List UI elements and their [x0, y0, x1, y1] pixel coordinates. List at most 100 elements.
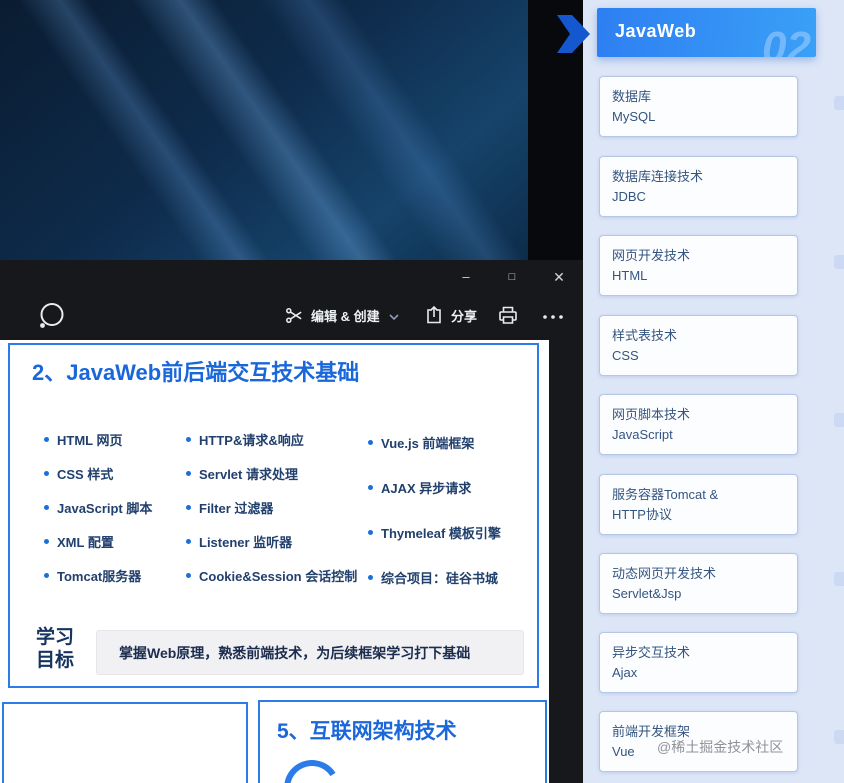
bullet-item: Listener 监听器 — [186, 531, 357, 551]
bullet-text: Cookie&Session 会话控制 — [199, 568, 358, 584]
titlebar: – □ ✕ — [0, 260, 583, 294]
edit-create-label: 编辑 & 创建 — [311, 309, 380, 324]
share-button[interactable]: 分享 — [424, 305, 477, 325]
card-line1: 服务容器Tomcat & — [612, 487, 719, 502]
edge-dot — [834, 572, 844, 586]
bullet-dot — [186, 436, 191, 442]
learning-goal-box: 掌握Web原理，熟悉前端技术，为后续框架学习打下基础 — [96, 630, 524, 675]
bullet-dot — [368, 574, 373, 580]
card-line1: 动态网页开发技术 — [612, 566, 717, 581]
outline-card-servlet-jsp: 动态网页开发技术 Servlet&Jsp — [599, 553, 798, 614]
card-line2: JDBC — [612, 189, 646, 204]
bullet-dot — [186, 572, 191, 578]
bullet-item: 综合项目：硅谷书城 — [368, 567, 501, 587]
edge-dot — [834, 255, 844, 269]
draw-gesture-button[interactable] — [36, 301, 66, 331]
edge-dot — [834, 730, 844, 744]
bullet-item: Servlet 请求处理 — [186, 463, 357, 483]
maximize-button[interactable]: □ — [497, 263, 527, 291]
bullet-dot — [44, 436, 49, 442]
bullet-item: Vue.js 前端框架 — [368, 432, 501, 452]
outline-card-html: 网页开发技术 HTML — [599, 235, 798, 296]
desktop-wallpaper — [0, 0, 528, 260]
bullet-dot — [368, 439, 373, 445]
bullet-text: Vue.js 前端框架 — [381, 435, 475, 451]
chevron-down-icon — [389, 313, 399, 321]
bullet-item: AJAX 异步请求 — [368, 477, 501, 497]
card-line1: 样式表技术 — [612, 328, 678, 343]
bullet-item: XML 配置 — [44, 531, 152, 551]
slide-partial-left — [2, 702, 248, 783]
card-line1: 网页脚本技术 — [612, 407, 691, 422]
card-line2: CSS — [612, 348, 639, 363]
bullet-text: Thymeleaf 模板引擎 — [381, 525, 501, 541]
photo-viewer-window: – □ ✕ 编辑 & 创建 分享 2、JavaWeb前后端交互技术基础 HTML… — [0, 260, 583, 783]
outline-card-tomcat-http: 服务容器Tomcat & HTTP协议 — [599, 474, 798, 535]
printer-icon — [497, 304, 519, 326]
bullet-item: CSS 样式 — [44, 463, 152, 483]
bullet-text: 综合项目：硅谷书城 — [381, 570, 499, 586]
bullet-text: JavaScript 脚本 — [57, 500, 153, 516]
edit-create-button[interactable]: 编辑 & 创建 — [285, 306, 399, 325]
course-outline-panel: JavaWeb 02 数据库 MySQL 数据库连接技术 JDBC 网页开发技术 HT… — [557, 0, 844, 783]
ellipsis-icon — [542, 314, 564, 320]
draw-gesture-icon — [36, 301, 66, 331]
bullet-item: Thymeleaf 模板引擎 — [368, 522, 501, 542]
edge-dot — [834, 96, 844, 110]
minimize-button[interactable]: – — [451, 263, 481, 291]
card-line2: HTTP协议 — [612, 507, 672, 522]
card-line1: 网页开发技术 — [612, 248, 691, 263]
share-label: 分享 — [451, 308, 478, 324]
bullet-dot — [368, 529, 373, 535]
slide-javaweb-basics: 2、JavaWeb前后端交互技术基础 HTML 网页 CSS 样式 JavaSc… — [8, 343, 539, 688]
goal-text: 掌握Web原理，熟悉前端技术，为后续框架学习打下基础 — [119, 644, 471, 661]
print-button[interactable] — [497, 304, 519, 326]
outline-card-css: 样式表技术 CSS — [599, 315, 798, 376]
bullet-dot — [44, 538, 49, 544]
bullet-column-2: HTTP&请求&响应 Servlet 请求处理 Filter 过滤器 Liste… — [186, 429, 357, 585]
watermark: @稀土掘金技术社区 — [657, 739, 784, 755]
edge-dot — [834, 413, 844, 427]
bullet-text: Filter 过滤器 — [199, 500, 274, 516]
card-line2: Servlet&Jsp — [612, 586, 682, 601]
bullet-item: HTTP&请求&响应 — [186, 429, 357, 449]
bullet-text: XML 配置 — [57, 534, 114, 550]
bullet-dot — [44, 504, 49, 510]
card-line2: HTML — [612, 268, 648, 283]
outline-card-mysql: 数据库 MySQL — [599, 76, 798, 137]
bullet-text: HTML 网页 — [57, 432, 123, 448]
photo-content: 2、JavaWeb前后端交互技术基础 HTML 网页 CSS 样式 JavaSc… — [0, 340, 549, 783]
bullet-text: Listener 监听器 — [199, 534, 293, 550]
outline-card-javascript: 网页脚本技术 JavaScript — [599, 394, 798, 455]
slide-title: 5、互联网架构技术 — [277, 720, 457, 743]
bullet-dot — [368, 484, 373, 490]
close-button[interactable]: ✕ — [544, 263, 574, 291]
bullet-text: Servlet 请求处理 — [199, 466, 298, 482]
bullet-dot — [44, 470, 49, 476]
outline-header-number: 02 — [762, 23, 811, 57]
bullet-text: Tomcat服务器 — [57, 568, 142, 584]
more-options-button[interactable] — [542, 314, 564, 320]
decorative-arc — [278, 754, 346, 783]
bullet-column-3: Vue.js 前端框架 AJAX 异步请求 Thymeleaf 模板引擎 综合项… — [368, 432, 501, 587]
outline-card-jdbc: 数据库连接技术 JDBC — [599, 156, 798, 217]
slide-title: 2、JavaWeb前后端交互技术基础 — [32, 360, 360, 385]
outline-card-ajax: 异步交互技术 Ajax — [599, 632, 798, 693]
chevron-right-icon — [557, 15, 591, 53]
card-line2: MySQL — [612, 109, 656, 124]
share-icon — [424, 305, 444, 325]
bullet-dot — [186, 470, 191, 476]
bullet-item: JavaScript 脚本 — [44, 497, 152, 517]
edit-create-icon — [285, 306, 304, 325]
bullet-text: CSS 样式 — [57, 466, 114, 482]
card-line2: Ajax — [612, 665, 638, 680]
card-line1: 异步交互技术 — [612, 645, 691, 660]
card-line1: 数据库 — [612, 89, 652, 104]
bullet-text: HTTP&请求&响应 — [199, 432, 304, 448]
bullet-dot — [44, 572, 49, 578]
bullet-item: HTML 网页 — [44, 429, 152, 449]
goal-label-line2: 目标 — [36, 650, 75, 671]
card-line2: JavaScript — [612, 427, 673, 442]
slide-internet-architecture: 5、互联网架构技术 — [258, 700, 547, 783]
outline-header-title: JavaWeb — [615, 21, 697, 41]
